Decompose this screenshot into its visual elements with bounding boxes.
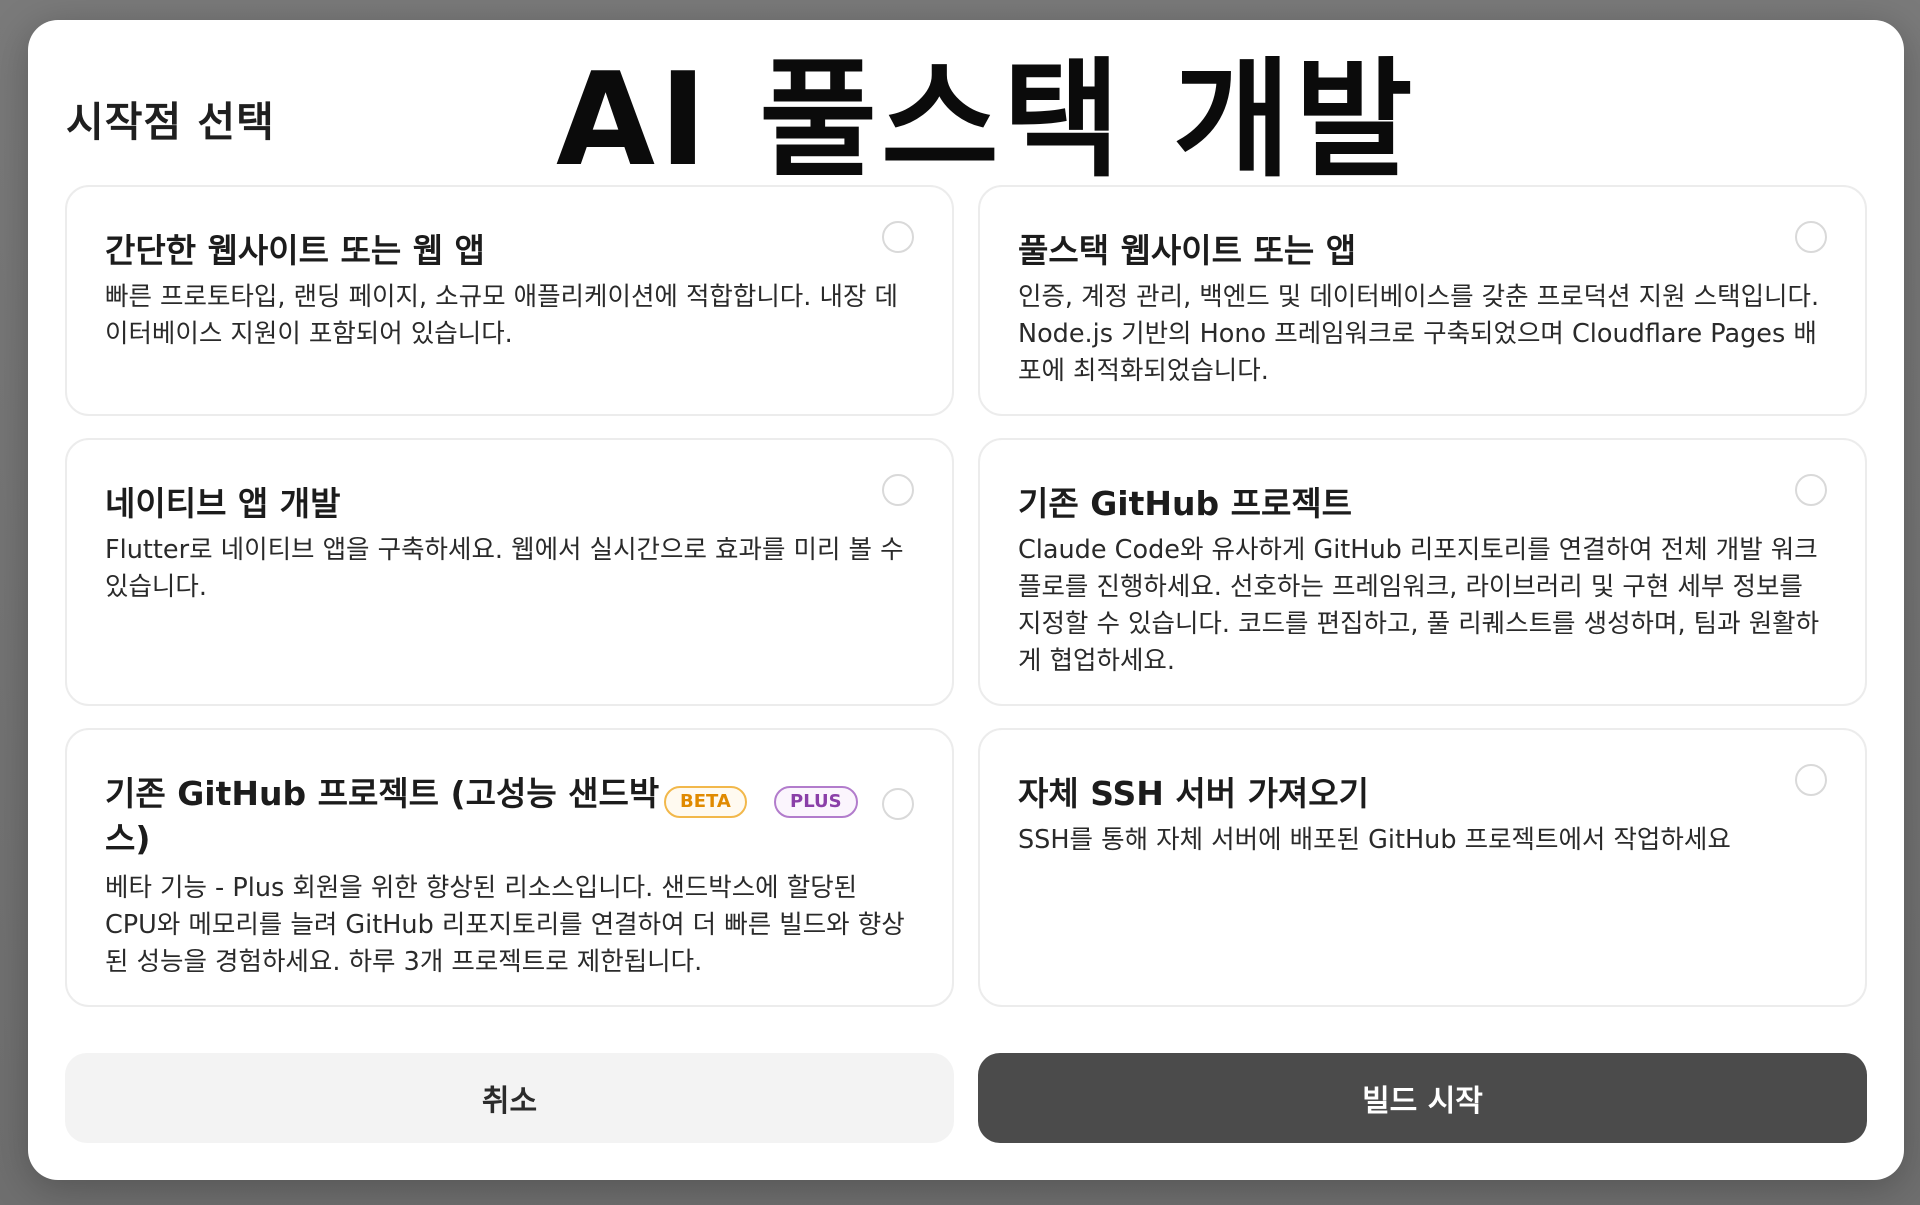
radio-button[interactable] [1795,474,1827,506]
radio-button[interactable] [1795,764,1827,796]
option-description: Claude Code와 유사하게 GitHub 리포지토리를 연결하여 전체 … [1018,535,1820,676]
option-title: 기존 GitHub 프로젝트 (고성능 샌드박스) [105,774,660,858]
option-fullstack-web-app[interactable]: 풀스택 웹사이트 또는 앱 인증, 계정 관리, 백엔드 및 데이터베이스를 갖… [978,185,1867,416]
cancel-button[interactable]: 취소 [65,1053,954,1143]
option-existing-github-project[interactable]: 기존 GitHub 프로젝트 Claude Code와 유사하게 GitHub … [978,438,1867,706]
option-own-ssh-server[interactable]: 자체 SSH 서버 가져오기 SSH를 통해 자체 서버에 배포된 GitHub… [978,728,1867,1007]
dialog-header: 시작점 선택 AI 풀스택 개발 [28,20,1904,195]
option-description: SSH를 통해 자체 서버에 배포된 GitHub 프로젝트에서 작업하세요 [1018,825,1731,855]
option-description: 빠른 프로토타입, 랜딩 페이지, 소규모 애플리케이션에 적합합니다. 내장 … [105,282,898,349]
radio-button[interactable] [882,221,914,253]
option-simple-web-app[interactable]: 간단한 웹사이트 또는 웹 앱 빠른 프로토타입, 랜딩 페이지, 소규모 애플… [65,185,954,416]
plus-badge: PLUS [774,786,858,818]
dialog-title: 시작점 선택 [66,98,275,146]
option-title: 간단한 웹사이트 또는 웹 앱 [105,231,485,270]
option-description: 인증, 계정 관리, 백엔드 및 데이터베이스를 갖춘 프로덕션 지원 스택입니… [1018,282,1820,386]
option-native-app[interactable]: 네이티브 앱 개발 Flutter로 네이티브 앱을 구축하세요. 웹에서 실시… [65,438,954,706]
start-build-button[interactable]: 빌드 시작 [978,1053,1867,1143]
radio-button[interactable] [1795,221,1827,253]
overlay-title: AI 풀스택 개발 [556,46,1417,195]
option-title: 풀스택 웹사이트 또는 앱 [1018,231,1357,270]
beta-badge: BETA [664,786,747,818]
option-github-high-performance-sandbox[interactable]: 기존 GitHub 프로젝트 (고성능 샌드박스) 베타 기능 - Plus 회… [65,728,954,1007]
option-description: Flutter로 네이티브 앱을 구축하세요. 웹에서 실시간으로 효과를 미리… [105,535,904,602]
option-title: 네이티브 앱 개발 [105,484,341,523]
option-description: 베타 기능 - Plus 회원을 위한 향상된 리소스입니다. 샌드박스에 할당… [105,873,905,977]
option-title: 자체 SSH 서버 가져오기 [1018,774,1370,813]
option-title: 기존 GitHub 프로젝트 [1018,484,1353,523]
start-point-dialog: 시작점 선택 AI 풀스택 개발 간단한 웹사이트 또는 웹 앱 빠른 프로토타… [28,20,1904,1180]
radio-button[interactable] [882,474,914,506]
radio-button[interactable] [882,788,914,820]
